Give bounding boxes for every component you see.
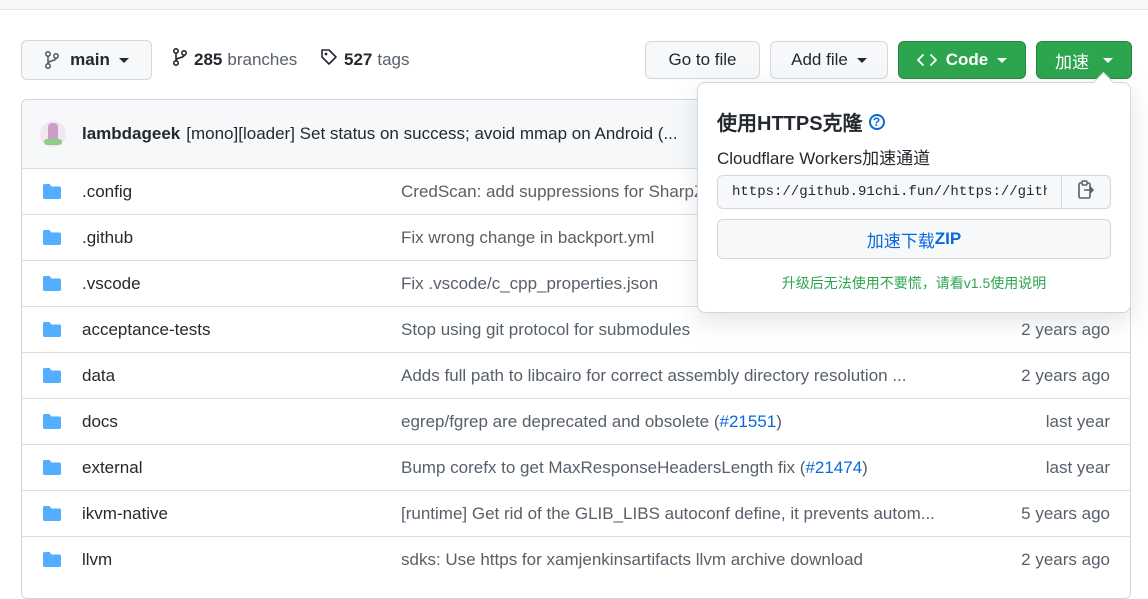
file-name[interactable]: data	[82, 366, 115, 386]
tags-count: 527	[344, 49, 373, 69]
branch-icon	[44, 51, 60, 69]
commit-message-cell[interactable]: Bump corefx to get MaxResponseHeadersLen…	[401, 458, 868, 478]
commit-message-cell[interactable]: Stop using git protocol for submodules	[401, 320, 690, 340]
chevron-down-icon	[1103, 57, 1113, 63]
commit-message-text: egrep/fgrep are deprecated and obsolete …	[401, 411, 720, 431]
chevron-down-icon	[856, 57, 867, 63]
folder-icon	[42, 275, 62, 297]
file-name[interactable]: .vscode	[82, 274, 141, 294]
table-row[interactable]: data Adds full path to libcairo for corre…	[22, 352, 1130, 398]
file-name[interactable]: external	[82, 458, 142, 478]
commit-message-text: Fix .vscode/c_cpp_properties.json	[401, 273, 659, 293]
folder-icon	[42, 505, 62, 527]
commit-message-cell[interactable]: egrep/fgrep are deprecated and obsolete …	[401, 412, 782, 432]
commit-age: 5 years ago	[1021, 503, 1110, 523]
commit-message-text: [runtime] Get rid of the GLIB_LIBS autoc…	[401, 503, 935, 523]
add-file-button[interactable]: Add file	[770, 41, 888, 79]
commit-message-cell[interactable]: [runtime] Get rid of the GLIB_LIBS autoc…	[401, 504, 935, 524]
commit-age: 2 years ago	[1021, 319, 1110, 339]
avatar[interactable]	[40, 121, 66, 147]
file-name[interactable]: ikvm-native	[82, 504, 168, 524]
speed-button[interactable]: 加速	[1036, 41, 1132, 79]
clone-url-input[interactable]	[717, 175, 1062, 209]
chevron-down-icon	[997, 57, 1008, 63]
commit-age: 2 years ago	[1021, 365, 1110, 385]
table-row[interactable]: ikvm-native [runtime] Get rid of the GLIB…	[22, 490, 1130, 536]
folder-icon	[42, 367, 62, 389]
commit-message-cell[interactable]: CredScan: add suppressions for SharpZ	[401, 182, 704, 202]
popover-title-text: 使用HTTPS克隆	[717, 113, 863, 135]
commit-message[interactable]: [mono][loader] Set status on success; av…	[186, 124, 677, 144]
popover-title: 使用HTTPS克隆 ?	[717, 107, 885, 136]
file-name[interactable]: docs	[82, 412, 118, 432]
file-name[interactable]: llvm	[82, 550, 112, 570]
commit-message-cell[interactable]: Fix .vscode/c_cpp_properties.json	[401, 274, 658, 294]
file-name[interactable]: .github	[82, 228, 133, 248]
commit-message-cell[interactable]: sdks: Use https for xamjenkinsartifacts …	[401, 550, 863, 570]
branch-name: main	[70, 50, 110, 69]
commit-message-text: Adds full path to libcairo for correct a…	[401, 365, 907, 385]
table-row[interactable]: llvm sdks: Use https for xamjenkinsartifa…	[22, 536, 1130, 582]
code-label: Code	[945, 50, 989, 69]
upgrade-note-link[interactable]: 升级后无法使用不要慌，请看v1.5使用说明	[698, 273, 1130, 293]
branches-link[interactable]: 285 branches	[172, 47, 298, 71]
help-icon[interactable]: ?	[868, 113, 885, 130]
file-name[interactable]: acceptance-tests	[82, 320, 211, 340]
folder-icon	[42, 459, 62, 481]
file-name[interactable]: .config	[82, 182, 132, 202]
commit-message-cell[interactable]: Fix wrong change in backport.yml	[401, 228, 654, 248]
commit-message-text: sdks: Use https for xamjenkinsartifacts …	[401, 549, 864, 569]
code-icon	[916, 53, 937, 67]
go-to-file-button[interactable]: Go to file	[645, 41, 760, 79]
folder-icon	[42, 413, 62, 435]
speed-label: 加速	[1055, 52, 1089, 72]
copy-button[interactable]	[1062, 175, 1111, 209]
commit-message-text: Fix wrong change in backport.yml	[401, 227, 655, 247]
branches-label: branches	[227, 49, 298, 69]
folder-icon	[42, 229, 62, 251]
tags-label: tags	[377, 49, 410, 69]
branches-count: 285	[194, 49, 223, 69]
copy-icon	[1077, 179, 1095, 205]
folder-icon	[42, 551, 62, 573]
commit-message-text: Bump corefx to get MaxResponseHeadersLen…	[401, 457, 806, 477]
commit-message-tail: )	[776, 411, 782, 431]
pr-link[interactable]: #21474	[805, 458, 862, 477]
commit-message-cell[interactable]: Adds full path to libcairo for correct a…	[401, 366, 907, 386]
top-divider	[0, 0, 1148, 10]
commit-age: last year	[1045, 411, 1110, 431]
chevron-down-icon	[118, 57, 129, 63]
tag-icon	[320, 48, 338, 71]
commit-message-text: CredScan: add suppressions for SharpZ	[401, 181, 705, 201]
zip-prefix: 加速下载	[866, 231, 935, 251]
zip-suffix: ZIP	[934, 229, 962, 248]
download-zip-button[interactable]: 加速下载 ZIP	[717, 219, 1111, 259]
add-file-label: Add file	[791, 50, 848, 69]
tags-link[interactable]: 527 tags	[320, 48, 410, 71]
branch-icon	[172, 47, 188, 71]
branch-select-button[interactable]: main	[21, 40, 152, 80]
table-row[interactable]: docs egrep/fgrep are deprecated and obsol…	[22, 398, 1130, 444]
pr-link[interactable]: #21551	[720, 412, 777, 431]
commit-age: last year	[1045, 457, 1110, 477]
clone-popover: 使用HTTPS克隆 ? Cloudflare Workers加速通道 加速下载Z…	[697, 71, 1131, 313]
folder-icon	[42, 183, 62, 205]
commit-message-tail: )	[862, 457, 868, 477]
commit-author[interactable]: lambdageek	[82, 124, 180, 144]
table-row[interactable]: external Bump corefx to get MaxResponseHe…	[22, 444, 1130, 490]
folder-icon	[42, 321, 62, 343]
commit-age: 2 years ago	[1021, 549, 1110, 569]
code-button[interactable]: Code	[898, 41, 1026, 79]
commit-message-text: Stop using git protocol for submodules	[401, 319, 691, 339]
popover-subtitle: Cloudflare Workers加速通道	[717, 149, 931, 168]
